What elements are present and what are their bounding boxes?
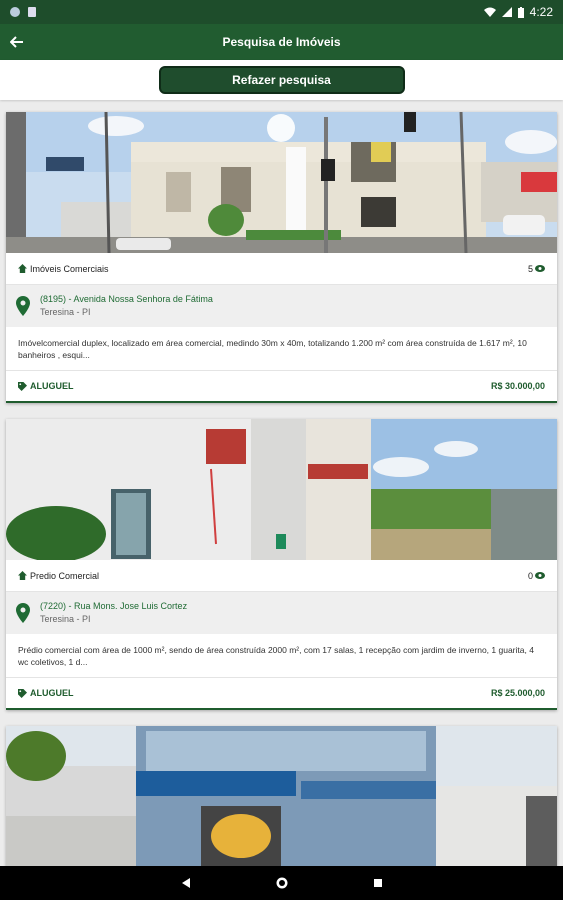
nav-recents-icon[interactable] bbox=[371, 876, 385, 890]
status-bar: 4:22 bbox=[0, 0, 563, 24]
sd-card-icon bbox=[28, 7, 36, 17]
listing-footer: ALUGUEL R$ 30.000,00 bbox=[6, 371, 557, 401]
listing-price: R$ 30.000,00 bbox=[490, 381, 545, 391]
tag-icon bbox=[18, 688, 27, 698]
home-icon bbox=[18, 264, 27, 273]
listing-city: Teresina - PI bbox=[40, 307, 91, 317]
location-pin-icon bbox=[16, 296, 30, 316]
listing-address-row: (7220) - Rua Mons. Jose Luis Cortez Tere… bbox=[6, 592, 557, 634]
redo-search-button[interactable]: Refazer pesquisa bbox=[158, 66, 405, 94]
eye-icon bbox=[535, 265, 545, 272]
home-icon bbox=[18, 571, 27, 580]
app-bar: Pesquisa de Imóveis bbox=[0, 24, 563, 60]
nav-back-icon[interactable] bbox=[179, 876, 193, 890]
eye-icon bbox=[535, 572, 545, 579]
listing-deal-type: ALUGUEL bbox=[30, 688, 74, 698]
listing-type: Predio Comercial bbox=[30, 570, 100, 581]
battery-icon bbox=[517, 6, 524, 18]
search-toolbar: Refazer pesquisa bbox=[0, 60, 563, 100]
view-count-value: 5 bbox=[527, 263, 533, 274]
status-time: 4:22 bbox=[529, 5, 553, 19]
listing-deal-type: ALUGUEL bbox=[30, 381, 74, 391]
listing-address: (8195) - Avenida Nossa Senhora de Fátima bbox=[40, 294, 213, 304]
listing-city: Teresina - PI bbox=[40, 614, 91, 624]
listing-footer: ALUGUEL R$ 25.000,00 bbox=[6, 678, 557, 708]
listing-type-row: Imóveis Comerciais 5 bbox=[6, 253, 557, 285]
listing-type: Imóveis Comerciais bbox=[30, 263, 109, 274]
listing-description: Prédio comercial com área de 1000 m², se… bbox=[6, 634, 557, 678]
listing-photo bbox=[6, 726, 557, 866]
notification-icon bbox=[10, 7, 20, 17]
listing-address-row: (8195) - Avenida Nossa Senhora de Fátima… bbox=[6, 285, 557, 327]
tag-icon bbox=[18, 381, 27, 391]
listing-price: R$ 25.000,00 bbox=[490, 688, 545, 698]
listing-address: (7220) - Rua Mons. Jose Luis Cortez bbox=[40, 601, 188, 611]
listing-card[interactable]: Predio Comercial 0 (7220) - Rua Mons. Jo… bbox=[6, 419, 557, 710]
nav-home-icon[interactable] bbox=[275, 876, 289, 890]
system-navigation-bar bbox=[0, 866, 563, 900]
listing-description: Imóvelcomercial duplex, localizado em ár… bbox=[6, 327, 557, 371]
view-count: 5 bbox=[528, 264, 545, 274]
listing-type-row: Predio Comercial 0 bbox=[6, 560, 557, 592]
page-title: Pesquisa de Imóveis bbox=[222, 35, 341, 49]
view-count-value: 0 bbox=[527, 570, 533, 581]
arrow-back-icon bbox=[10, 36, 23, 48]
listing-photo bbox=[6, 112, 557, 253]
view-count: 0 bbox=[528, 571, 545, 581]
signal-icon bbox=[501, 7, 512, 17]
listing-card[interactable] bbox=[6, 726, 557, 866]
back-button[interactable] bbox=[0, 24, 34, 60]
listing-list[interactable]: Imóveis Comerciais 5 (8195) - Avenida No… bbox=[0, 100, 563, 866]
listing-photo bbox=[6, 419, 557, 560]
location-pin-icon bbox=[16, 603, 30, 623]
wifi-icon bbox=[483, 7, 496, 17]
listing-card[interactable]: Imóveis Comerciais 5 (8195) - Avenida No… bbox=[6, 112, 557, 403]
